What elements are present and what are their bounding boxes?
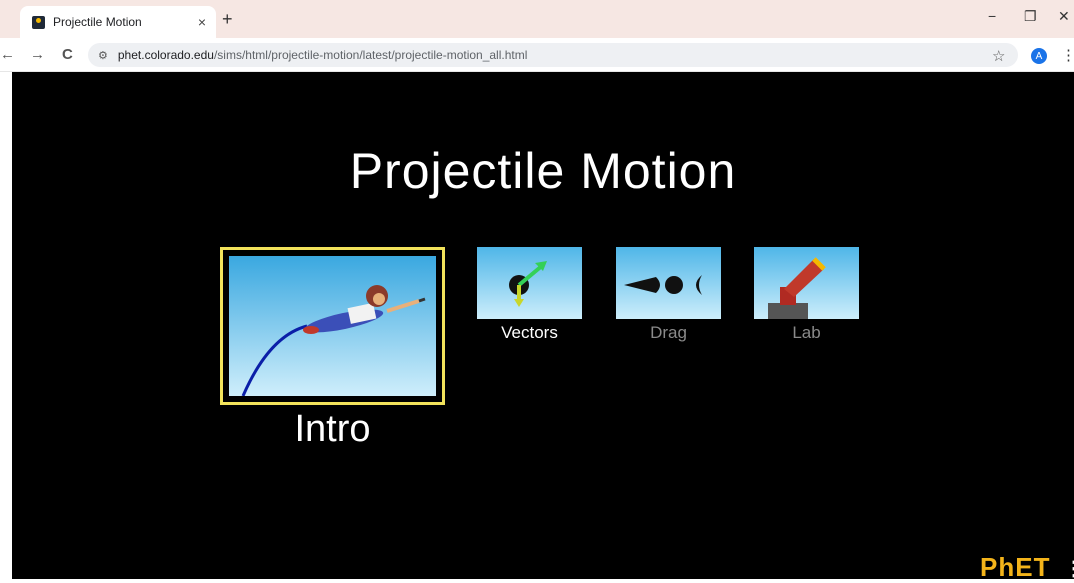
screen-label-intro[interactable]: Intro — [220, 408, 445, 451]
intro-thumbnail-image — [229, 256, 436, 396]
browser-tab-bar: Projectile Motion × + − ❐ ✕ — [0, 0, 1074, 38]
screen-button-drag[interactable]: Drag — [616, 247, 721, 347]
sim-title: Projectile Motion — [349, 143, 737, 199]
lab-thumbnail-image — [754, 247, 859, 319]
forward-button[interactable]: → — [30, 46, 45, 63]
screen-label-drag: Drag — [650, 323, 687, 342]
phet-logo[interactable]: PhET — [980, 552, 1050, 583]
browser-menu-icon[interactable]: ⋮ — [1061, 46, 1074, 64]
tab-title: Projectile Motion — [53, 15, 142, 29]
vectors-thumbnail-image — [477, 247, 582, 319]
screen-button-intro[interactable] — [220, 247, 445, 405]
url-path: /sims/html/projectile-motion/latest/proj… — [213, 48, 528, 62]
browser-tab[interactable]: Projectile Motion × — [20, 6, 216, 38]
restore-button[interactable]: ❐ — [1024, 8, 1037, 25]
close-window-button[interactable]: ✕ — [1058, 8, 1070, 25]
phet-favicon-icon — [32, 15, 45, 29]
screen-label-vectors: Vectors — [501, 323, 558, 342]
minimize-button[interactable]: − — [988, 8, 996, 24]
back-button[interactable]: ← — [0, 46, 15, 63]
sim-options-menu-icon[interactable]: ⋮ — [1064, 556, 1074, 581]
sim-home-screen: Projectile Motion Intro Vectors Drag Lab… — [12, 72, 1074, 582]
new-tab-button[interactable]: + — [222, 9, 233, 30]
url-host: phet.colorado.edu — [117, 48, 214, 62]
url-bar[interactable]: ⚙ phet.colorado.edu /sims/html/projectil… — [88, 43, 1018, 67]
address-bar-row: ← → C ⚙ phet.colorado.edu /sims/html/pro… — [0, 38, 1074, 72]
screen-label-lab: Lab — [792, 323, 821, 342]
profile-avatar[interactable]: A — [1031, 48, 1047, 64]
site-info-icon[interactable]: ⚙ — [98, 49, 108, 62]
screen-button-lab[interactable]: Lab — [754, 247, 859, 347]
bookmark-star-icon[interactable]: ☆ — [992, 47, 1005, 65]
screen-button-vectors[interactable]: Vectors — [477, 247, 582, 347]
tab-close-icon[interactable]: × — [198, 14, 206, 30]
reload-button[interactable]: C — [62, 46, 73, 63]
drag-thumbnail-image — [616, 247, 721, 319]
